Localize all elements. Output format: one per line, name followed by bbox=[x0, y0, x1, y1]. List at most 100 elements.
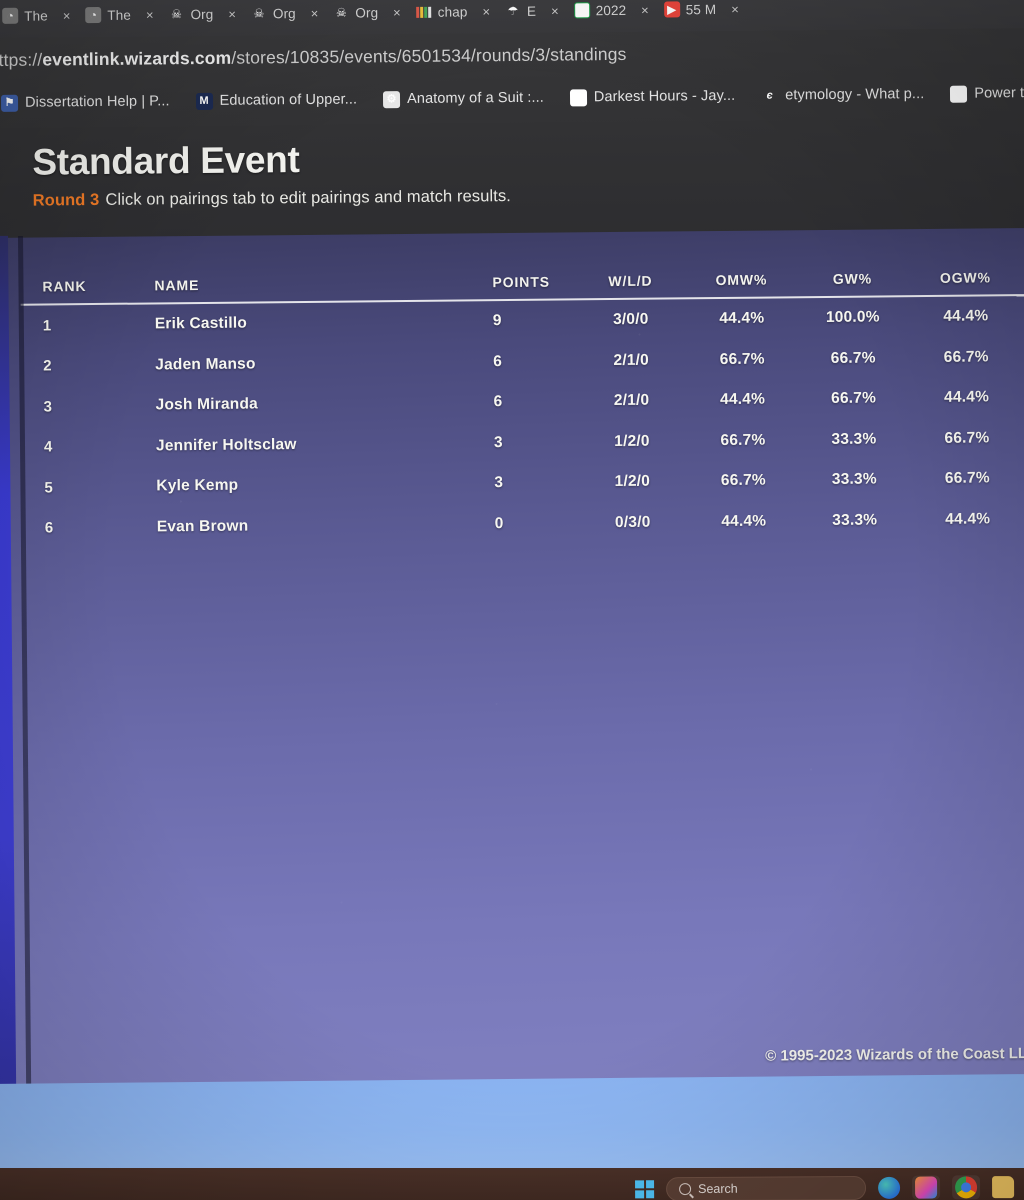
cell-ogw: 66.7% bbox=[943, 348, 989, 366]
folder-icon[interactable] bbox=[992, 1176, 1015, 1199]
cell-wld: 0/3/0 bbox=[614, 513, 651, 531]
bookmark-label: Dissertation Help | P... bbox=[24, 93, 170, 111]
chrome-icon[interactable] bbox=[955, 1176, 978, 1199]
cell-rank: 1 bbox=[42, 317, 52, 335]
skull-icon: ☠ bbox=[171, 7, 182, 22]
browser-tab[interactable]: ✚ 2022 × bbox=[570, 0, 660, 27]
bookmark-label: Power thes bbox=[974, 84, 1024, 102]
taskbar-icon-group bbox=[912, 1175, 941, 1200]
cell-points: 9 bbox=[492, 312, 502, 330]
calendar-icon: ✚ bbox=[573, 2, 590, 19]
table-row[interactable]: 6 Evan Brown 0 0/3/0 44.4% 33.3% 44.4% bbox=[23, 499, 1024, 549]
bookmark-label: Darkest Hours - Jay... bbox=[593, 87, 736, 106]
windows-start-icon[interactable] bbox=[635, 1180, 655, 1199]
close-icon[interactable]: × bbox=[302, 5, 328, 20]
edge-icon[interactable] bbox=[878, 1176, 901, 1199]
cell-gw: 33.3% bbox=[831, 430, 877, 448]
close-icon[interactable]: × bbox=[219, 6, 245, 21]
photos-icon[interactable] bbox=[915, 1176, 938, 1199]
etymology-icon: є bbox=[766, 89, 773, 102]
close-icon[interactable]: × bbox=[473, 4, 499, 19]
round-label: Round 3 bbox=[32, 190, 100, 210]
close-icon[interactable]: × bbox=[542, 3, 568, 18]
bookmark-item[interactable]: M Education of Upper... bbox=[195, 91, 357, 110]
cell-points: 6 bbox=[493, 393, 503, 411]
event-instruction: Click on pairings tab to edit pairings a… bbox=[105, 186, 512, 209]
browser-tab-title: Org bbox=[272, 5, 296, 21]
url-scheme: https:// bbox=[0, 49, 43, 70]
cell-rank: 2 bbox=[43, 357, 52, 375]
cell-gw: 66.7% bbox=[830, 349, 876, 367]
bookmarks-bar: ⚑ Dissertation Help | P... M Education of U… bbox=[0, 74, 1024, 122]
bookmark-item[interactable]: ⚙ Anatomy of a Suit :... bbox=[383, 89, 544, 108]
cell-name: Josh Miranda bbox=[155, 395, 259, 414]
page-title: Standard Event bbox=[32, 139, 300, 183]
skull-icon: ☠ bbox=[253, 6, 265, 21]
browser-tab[interactable]: ☠ Org × bbox=[164, 0, 247, 31]
cell-points: 6 bbox=[493, 352, 503, 370]
cell-ogw: 44.4% bbox=[943, 307, 989, 326]
globe-icon: ◔ bbox=[85, 6, 102, 24]
cell-ogw: 44.4% bbox=[944, 388, 990, 407]
cell-name: Jaden Manso bbox=[155, 355, 256, 374]
bookmark-item[interactable]: є etymology - What p... bbox=[761, 86, 925, 105]
browser-tab[interactable]: ☠ Org × bbox=[329, 0, 412, 30]
search-icon bbox=[679, 1183, 692, 1196]
browser-address-bar[interactable]: https://eventlink.wizards.com/stores/108… bbox=[0, 28, 1024, 82]
browser-tab-title: chap bbox=[437, 3, 468, 20]
column-header-points: POINTS bbox=[492, 273, 551, 291]
bookmark-item[interactable]: P Power thes bbox=[950, 84, 1024, 103]
cell-omw: 44.4% bbox=[720, 390, 766, 409]
browser-tab[interactable]: ☠ Org × bbox=[247, 0, 330, 31]
anatomy-icon: ⚙ bbox=[383, 90, 401, 108]
cell-gw: 100.0% bbox=[825, 308, 880, 327]
cell-rank: 5 bbox=[44, 479, 54, 497]
pinterest-p-icon: P bbox=[950, 85, 968, 103]
close-icon[interactable]: × bbox=[54, 8, 80, 23]
cell-rank: 3 bbox=[43, 398, 53, 416]
cell-ogw: 44.4% bbox=[945, 510, 991, 528]
bookmark-item[interactable]: ⚑ Dissertation Help | P... bbox=[0, 93, 170, 112]
browser-tab[interactable]: ◔ The × bbox=[0, 0, 82, 33]
taskbar-search-label: Search bbox=[698, 1181, 738, 1196]
close-icon[interactable]: × bbox=[722, 1, 748, 16]
cell-rank: 4 bbox=[43, 438, 53, 456]
cell-name: Kyle Kemp bbox=[156, 476, 239, 495]
taskbar-icon-group-chrome bbox=[952, 1175, 981, 1200]
browser-tab[interactable]: ▶ 55 M × bbox=[660, 0, 750, 27]
bookmark-label: Anatomy of a Suit :... bbox=[407, 89, 544, 108]
close-icon[interactable]: × bbox=[632, 2, 658, 17]
cell-points: 3 bbox=[493, 433, 503, 451]
cell-gw: 66.7% bbox=[831, 389, 877, 408]
bookmark-item[interactable]: G Darkest Hours - Jay... bbox=[569, 87, 736, 106]
column-header-name: NAME bbox=[154, 276, 200, 294]
event-subtitle: Round 3 Click on pairings tab to edit pai… bbox=[33, 182, 1024, 211]
close-icon[interactable]: × bbox=[384, 5, 410, 20]
cell-rank: 6 bbox=[44, 519, 54, 537]
column-header-gw: GW% bbox=[832, 270, 873, 287]
cell-gw: 33.3% bbox=[831, 470, 877, 489]
copyright-notice: © 1995-2023 Wizards of the Coast LLC bbox=[765, 1044, 1024, 1065]
browser-tab-title: Org bbox=[355, 4, 379, 21]
browser-tab-title: The bbox=[24, 7, 48, 24]
close-icon[interactable]: × bbox=[137, 7, 163, 22]
browser-tab[interactable]: ◔ The × bbox=[81, 0, 164, 32]
standings-table: RANK NAME POINTS W/L/D OMW% GW% OGW% 1 Er… bbox=[20, 260, 1024, 549]
youtube-icon: ▶ bbox=[663, 1, 680, 18]
cell-name: Evan Brown bbox=[156, 517, 249, 536]
browser-tab-title: Org bbox=[190, 6, 214, 22]
cell-gw: 33.3% bbox=[832, 511, 878, 529]
browser-tab-title: 55 M bbox=[685, 1, 717, 17]
url-domain: eventlink.wizards.com bbox=[42, 47, 232, 70]
cell-name: Erik Castillo bbox=[154, 314, 248, 333]
browser-tab[interactable]: chap × bbox=[412, 0, 502, 29]
column-header-wld: W/L/D bbox=[608, 272, 653, 290]
google-g-icon: G bbox=[569, 88, 587, 106]
cell-wld: 3/0/0 bbox=[612, 310, 649, 329]
browser-tab[interactable]: ☂ E × bbox=[501, 0, 570, 28]
browser-tab-title: E bbox=[526, 3, 537, 19]
cell-omw: 44.4% bbox=[719, 309, 765, 328]
cell-wld: 2/1/0 bbox=[613, 391, 650, 410]
bookmark-label: etymology - What p... bbox=[785, 86, 925, 104]
taskbar-search-box[interactable]: Search bbox=[666, 1175, 867, 1200]
